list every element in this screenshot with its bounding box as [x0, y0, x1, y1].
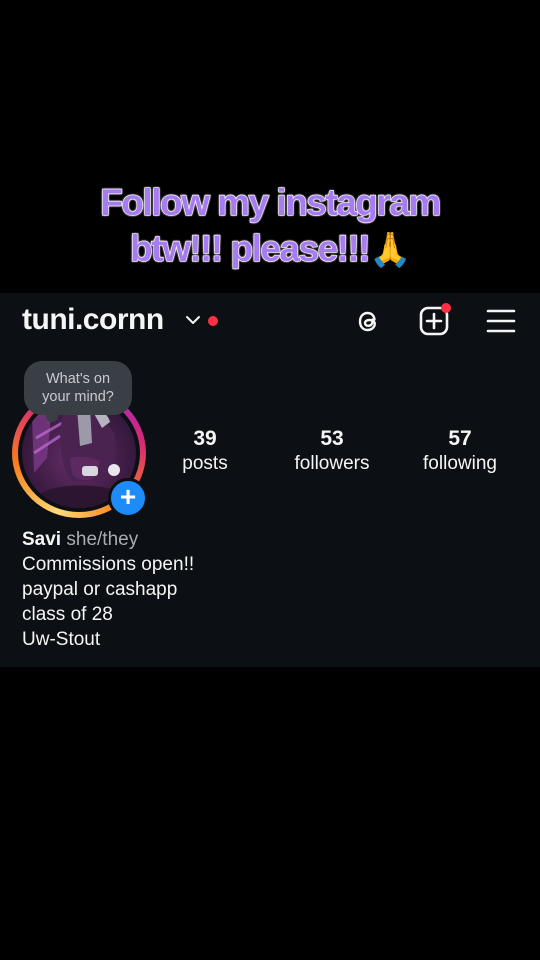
note-line-2: your mind?: [42, 389, 114, 405]
profile-username[interactable]: tuni.cornn: [22, 303, 164, 337]
stat-posts[interactable]: 39 posts: [166, 426, 244, 476]
caption-line-1: Follow my instagram: [100, 181, 442, 223]
bio-line: paypal or cashapp: [22, 579, 178, 600]
note-bubble[interactable]: What's on your mind?: [24, 361, 132, 415]
stat-value: 53: [320, 427, 344, 450]
caption-overlay: Follow my instagram btw!!! please!!!🙏: [0, 180, 540, 273]
caption-line-2-text: btw!!! please!!!: [129, 227, 371, 269]
account-status-dot: [208, 316, 218, 326]
caption-line-2: btw!!! please!!!🙏: [0, 226, 540, 273]
stat-label: posts: [182, 453, 228, 474]
praying-hands-emoji: 🙏: [369, 231, 411, 269]
stat-value: 57: [448, 427, 472, 450]
stat-followers[interactable]: 53 followers: [282, 426, 382, 476]
stat-following[interactable]: 57 following: [412, 426, 508, 476]
name-line: Savi she/they: [22, 527, 194, 552]
profile-bio: Savi she/they Commissions open!! paypal …: [22, 527, 194, 652]
stat-label: following: [423, 453, 497, 474]
stat-value: 39: [193, 427, 217, 450]
bio-line: class of 28: [22, 604, 113, 625]
notification-dot: [441, 303, 451, 313]
pronouns: she/they: [66, 529, 139, 550]
threads-icon[interactable]: [352, 305, 384, 337]
profile-header-bar: tuni.cornn: [0, 293, 540, 351]
display-name: Savi: [22, 529, 62, 550]
chevron-down-icon[interactable]: [184, 313, 202, 327]
bio-line: Commissions open!!: [22, 554, 195, 575]
bio-line: Uw-Stout: [22, 629, 101, 650]
video-frame: Follow my instagram btw!!! please!!!🙏 tu…: [0, 0, 540, 960]
stat-label: followers: [294, 453, 370, 474]
plus-icon[interactable]: +: [108, 478, 148, 518]
note-bubble-tail: [46, 410, 58, 422]
note-line-1: What's on: [45, 371, 111, 387]
hamburger-menu-icon[interactable]: [485, 305, 517, 337]
